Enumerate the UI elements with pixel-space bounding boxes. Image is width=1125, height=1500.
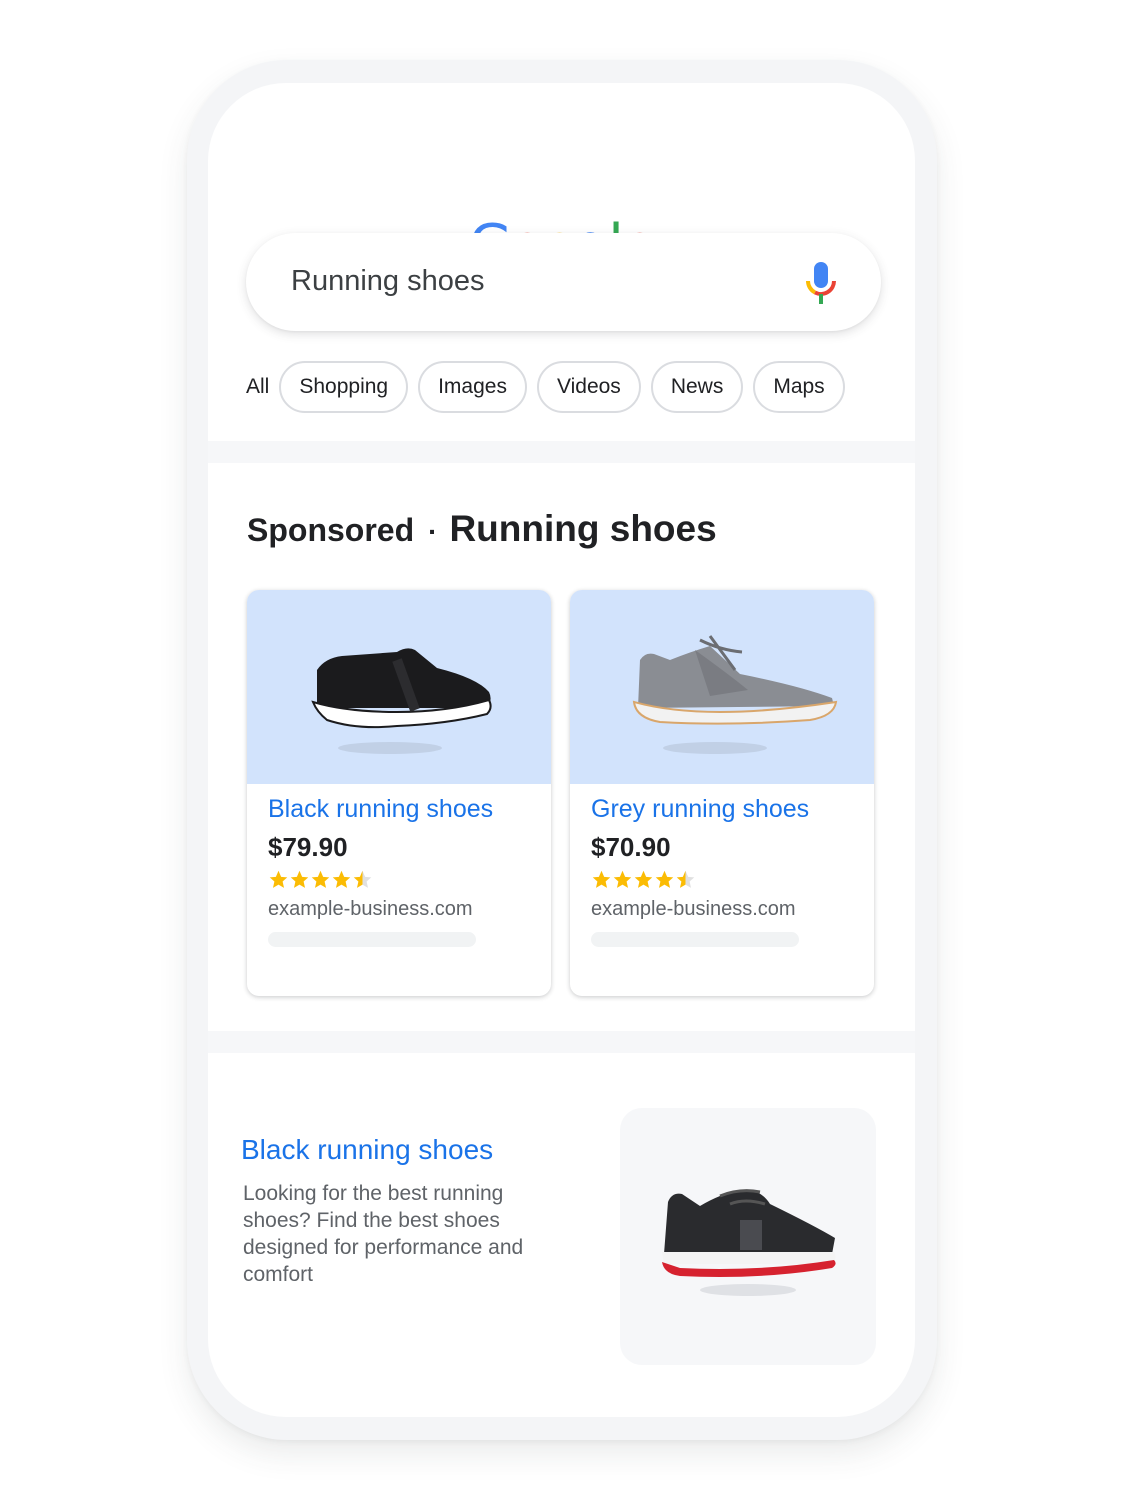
search-input[interactable]: Running shoes bbox=[246, 233, 881, 331]
section-divider bbox=[208, 1031, 915, 1053]
placeholder-bar bbox=[591, 932, 799, 947]
star-full-icon bbox=[269, 870, 288, 888]
product-price: $70.90 bbox=[591, 832, 671, 862]
star-full-icon bbox=[290, 870, 309, 888]
grey-lace-up-shoe-image[interactable] bbox=[570, 590, 874, 784]
filter-tab-all[interactable]: All bbox=[246, 375, 269, 399]
result-title-link[interactable]: Black running shoes bbox=[241, 1134, 493, 1166]
star-full-icon bbox=[311, 870, 330, 888]
separator-dot: · bbox=[428, 516, 438, 547]
filter-chip-shopping[interactable]: Shopping bbox=[279, 361, 409, 413]
star-full-icon bbox=[592, 870, 611, 888]
placeholder-bar bbox=[268, 932, 476, 947]
product-card[interactable]: Grey running shoes $70.90 example-busine… bbox=[570, 590, 874, 996]
section-divider bbox=[208, 441, 915, 463]
star-half-icon bbox=[353, 870, 372, 888]
filter-chip-news[interactable]: News bbox=[650, 361, 744, 413]
star-full-icon bbox=[655, 870, 674, 888]
filter-chip-videos[interactable]: Videos bbox=[536, 361, 641, 413]
product-title-link[interactable]: Grey running shoes bbox=[591, 792, 853, 826]
product-card[interactable]: Black running shoes $79.90 example-busin… bbox=[247, 590, 551, 996]
filter-chip-images[interactable]: Images bbox=[418, 361, 527, 413]
sponsored-heading: Sponsored · Running shoes bbox=[247, 508, 717, 550]
sponsored-query: Running shoes bbox=[449, 508, 717, 549]
star-full-icon bbox=[613, 870, 632, 888]
sponsored-label: Sponsored bbox=[247, 512, 415, 548]
search-filter-bar: All Shopping Images Videos News Maps bbox=[246, 361, 845, 413]
product-title-link[interactable]: Black running shoes bbox=[268, 792, 530, 826]
product-domain: example-business.com bbox=[591, 898, 796, 920]
microphone-icon[interactable] bbox=[805, 262, 837, 304]
black-red-running-shoe-image[interactable] bbox=[620, 1108, 876, 1365]
product-domain: example-business.com bbox=[268, 898, 473, 920]
star-rating bbox=[591, 866, 853, 892]
phone-screen: Google Running shoes All Shopping Images… bbox=[208, 83, 915, 1417]
star-half-icon bbox=[676, 870, 695, 888]
black-slip-on-shoe-image[interactable] bbox=[247, 590, 551, 784]
result-description: Looking for the best running shoes? Find… bbox=[243, 1182, 524, 1286]
star-rating bbox=[268, 866, 530, 892]
filter-chip-maps[interactable]: Maps bbox=[753, 361, 845, 413]
product-price: $79.90 bbox=[268, 832, 348, 862]
search-query-text[interactable]: Running shoes bbox=[291, 265, 484, 298]
star-full-icon bbox=[332, 870, 351, 888]
star-full-icon bbox=[634, 870, 653, 888]
